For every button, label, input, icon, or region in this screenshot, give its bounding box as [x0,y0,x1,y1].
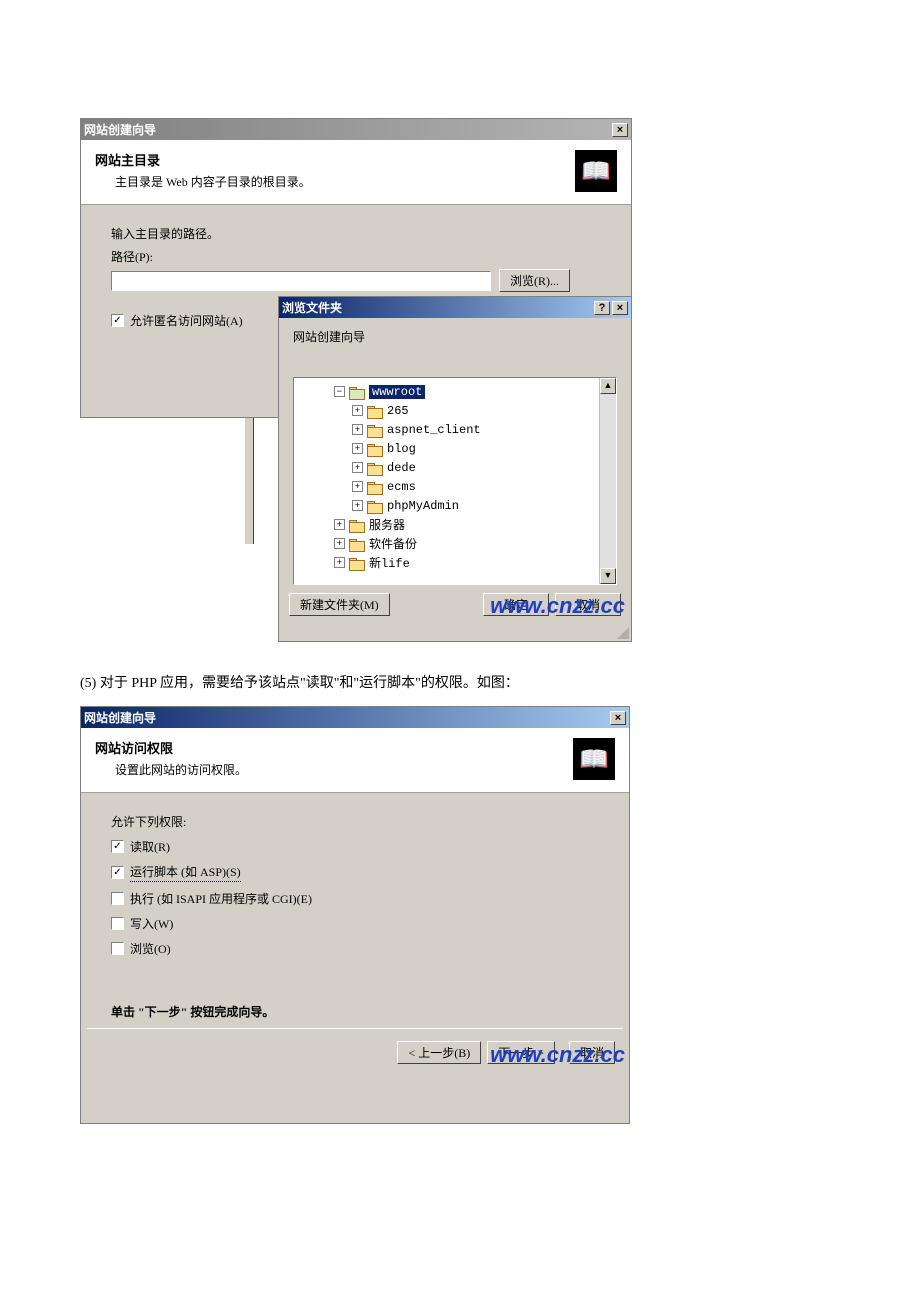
browse-subtitle: 网站创建向导 [279,318,631,349]
anon-checkbox-label: 允许匿名访问网站(A) [130,312,243,329]
folder-icon [367,442,383,455]
ok-button[interactable]: 确定 [483,593,549,616]
folder-icon [367,404,383,417]
perm-browse-label: 浏览(O) [130,940,171,957]
expander-plus-icon[interactable]: + [352,443,363,454]
prev-button[interactable]: < 上一步(B) [397,1041,481,1064]
expander-plus-icon[interactable]: + [334,519,345,530]
tree-node[interactable]: 软件备份 [369,535,417,552]
dialog-side-edge [245,418,254,544]
expander-plus-icon[interactable]: + [352,424,363,435]
new-folder-button[interactable]: 新建文件夹(M) [289,593,390,616]
expander-plus-icon[interactable]: + [352,481,363,492]
close-icon[interactable]: × [612,123,628,137]
folder-icon [367,461,383,474]
folder-icon [367,480,383,493]
tree-scrollbar[interactable]: ▲ ▼ [599,378,616,584]
scroll-down-icon[interactable]: ▼ [600,568,616,584]
close-icon[interactable]: × [610,711,626,725]
resize-grip-icon[interactable] [615,625,629,639]
wizard-title-bar: 网站创建向导 × [81,119,631,140]
expander-plus-icon[interactable]: + [334,538,345,549]
folder-open-icon [349,385,365,398]
tree-node[interactable]: 265 [387,404,409,418]
cancel-button[interactable]: 取消 [555,593,621,616]
tree-node[interactable]: blog [387,442,416,456]
wizard-permissions-dialog: 网站创建向导 × 网站访问权限 设置此网站的访问权限。 📖 允许下列权限: 读取… [80,706,630,1124]
expander-plus-icon[interactable]: + [334,557,345,568]
wizard2-header-title: 网站访问权限 [95,738,247,757]
path-input[interactable] [111,271,491,291]
tree-node-selected[interactable]: wwwroot [369,385,425,399]
cancel-button[interactable]: 取消 [569,1041,615,1064]
allow-label: 允许下列权限: [111,813,599,830]
scroll-up-icon[interactable]: ▲ [600,378,616,394]
perm-script-label: 运行脚本 (如 ASP)(S) [130,863,241,882]
close-icon[interactable]: × [612,301,628,315]
folder-tree[interactable]: − wwwroot + 265 + aspnet_client [293,377,617,585]
wizard-header-title: 网站主目录 [95,150,311,169]
folder-icon [349,518,365,531]
next-button[interactable]: 下一步 > [487,1041,555,1064]
expander-plus-icon[interactable]: + [352,462,363,473]
browse-title: 浏览文件夹 [282,299,342,316]
perm-browse-checkbox[interactable] [111,942,124,955]
wizard-icon: 📖 [573,738,615,780]
browse-button[interactable]: 浏览(R)... [499,269,570,292]
wizard-icon: 📖 [575,150,617,192]
perm-read-label: 读取(R) [130,838,170,855]
expander-minus-icon[interactable]: − [334,386,345,397]
expander-plus-icon[interactable]: + [352,405,363,416]
perm-write-label: 写入(W) [130,915,173,932]
tree-node[interactable]: phpMyAdmin [387,499,459,513]
perm-script-checkbox[interactable] [111,866,124,879]
folder-icon [349,556,365,569]
tree-node[interactable]: dede [387,461,416,475]
folder-icon [367,499,383,512]
wizard-title: 网站创建向导 [84,121,156,138]
tree-node[interactable]: ecms [387,480,416,494]
perm-exec-label: 执行 (如 ISAPI 应用程序或 CGI)(E) [130,890,312,907]
browse-title-bar: 浏览文件夹 ? × [279,297,631,318]
tree-node[interactable]: 新life [369,554,410,571]
folder-icon [349,537,365,550]
wizard2-header-sub: 设置此网站的访问权限。 [95,761,247,778]
prompt-text: 输入主目录的路径。 [111,225,601,242]
step-caption: (5) 对于 PHP 应用，需要给予该站点"读取"和"运行脚本"的权限。如图： [80,672,920,692]
anon-checkbox[interactable] [111,314,124,327]
wizard-hint: 单击 "下一步" 按钮完成向导。 [111,1003,599,1020]
wizard2-title: 网站创建向导 [84,709,156,726]
perm-write-checkbox[interactable] [111,917,124,930]
path-label: 路径(P): [111,248,601,265]
help-icon[interactable]: ? [594,301,610,315]
perm-exec-checkbox[interactable] [111,892,124,905]
expander-plus-icon[interactable]: + [352,500,363,511]
folder-icon [367,423,383,436]
tree-node[interactable]: aspnet_client [387,423,481,437]
browse-folder-dialog: 浏览文件夹 ? × 网站创建向导 − wwwroot + [278,296,632,642]
tree-node[interactable]: 服务器 [369,516,405,533]
wizard2-title-bar: 网站创建向导 × [81,707,629,728]
perm-read-checkbox[interactable] [111,840,124,853]
wizard-header-sub: 主目录是 Web 内容子目录的根目录。 [95,173,311,190]
